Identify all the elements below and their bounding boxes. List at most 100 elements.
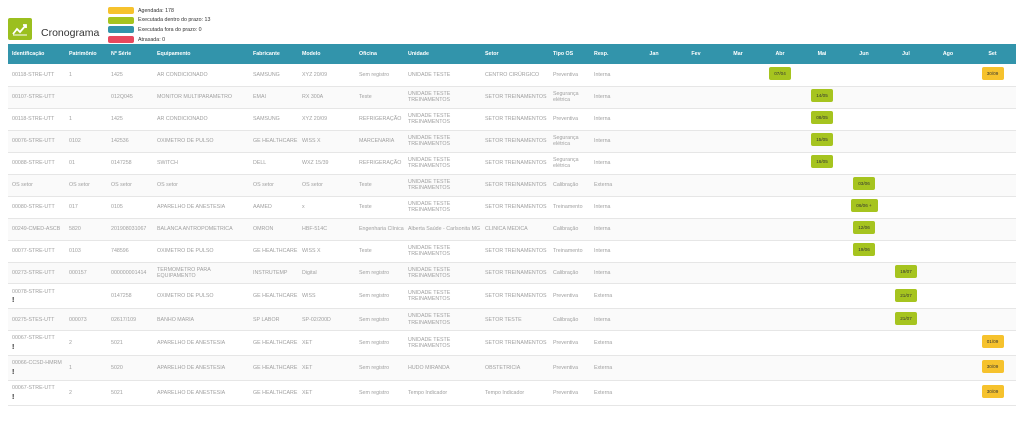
schedule-chip[interactable]: 16/05 bbox=[811, 155, 833, 169]
cell-tipo: Segurança elétrica bbox=[549, 152, 590, 175]
table-row[interactable]: 00067-STRE-UTT! 2 5021 APARELHO DE ANESTESI… bbox=[8, 380, 1016, 407]
column-header[interactable]: Unidade bbox=[404, 44, 481, 64]
equipment-id[interactable]: 00107-STRE-UTT bbox=[12, 94, 55, 100]
column-header[interactable]: Resp. bbox=[590, 44, 633, 64]
month-cell bbox=[717, 130, 759, 153]
schedule-chip[interactable]: 19/07 bbox=[895, 265, 917, 279]
month-cell bbox=[759, 262, 801, 285]
cell-serie: 0147258 bbox=[107, 152, 153, 175]
cell-patrimonio: 2 bbox=[65, 380, 107, 407]
cell-resp: Externa bbox=[590, 174, 633, 197]
schedule-chip[interactable]: 30/09 bbox=[981, 360, 1004, 374]
table-row[interactable]: 00107-STRE-UTT 012Q045 MONITOR MULTIPARAME… bbox=[8, 86, 1016, 109]
column-header[interactable]: Modelo bbox=[298, 44, 355, 64]
column-header[interactable]: Oficina bbox=[355, 44, 404, 64]
cell-identificacao: 00066-CCSD-HMRM! bbox=[8, 355, 65, 382]
cell-patrimonio: 0103 bbox=[65, 240, 107, 263]
cell-patrimonio: 5820 bbox=[65, 218, 107, 241]
month-cell: 30/09 bbox=[969, 380, 1016, 407]
column-header[interactable]: Patrimônio bbox=[65, 44, 107, 64]
table-row[interactable]: 00275-STES-UTT 000073 02617/109 BANHO MARIA… bbox=[8, 308, 1016, 332]
cell-serie: 0147258 bbox=[107, 283, 153, 310]
equipment-id[interactable]: 00067-STRE-UTT bbox=[12, 385, 55, 391]
schedule-chip[interactable]: 08/05 bbox=[811, 111, 833, 125]
cell-resp: Interna bbox=[590, 108, 633, 131]
cell-identificacao: 00080-STRE-UTT bbox=[8, 196, 65, 219]
table-row[interactable]: 00076-STRE-UTT 0102 142536 OXIMETRO DE PULS… bbox=[8, 130, 1016, 153]
column-header[interactable]: Nº Série bbox=[107, 44, 153, 64]
table-row[interactable]: 00077-STRE-UTT 0103 748596 OXIMETRO DE PULS… bbox=[8, 240, 1016, 263]
cell-patrimonio: 1 bbox=[65, 64, 107, 87]
equipment-id[interactable]: OS setor bbox=[12, 182, 33, 188]
equipment-id[interactable]: 00275-STES-UTT bbox=[12, 317, 54, 323]
cell-tipo: Calibração bbox=[549, 262, 590, 285]
cell-serie: 5021 bbox=[107, 380, 153, 407]
cell-tipo: Preventiva bbox=[549, 330, 590, 357]
alert-icon: ! bbox=[12, 343, 15, 351]
schedule-chip[interactable]: 30/09 bbox=[981, 67, 1004, 81]
schedule-chip[interactable]: 01/09 bbox=[981, 335, 1004, 349]
month-cell bbox=[675, 218, 717, 241]
table-row[interactable]: OS setor OS setor OS setor OS setor OS setor… bbox=[8, 174, 1016, 197]
equipment-id[interactable]: 00067-STRE-UTT bbox=[12, 335, 55, 341]
column-header[interactable]: Setor bbox=[481, 44, 549, 64]
schedule-chip[interactable]: 19/06 bbox=[853, 243, 875, 257]
month-cell bbox=[717, 262, 759, 285]
schedule-chip[interactable]: 15/05 bbox=[811, 133, 833, 147]
cell-identificacao: OS setor bbox=[8, 174, 65, 197]
cell-resp: Interna bbox=[590, 218, 633, 241]
table-row[interactable]: 00088-STRE-UTT 01 0147258 SWITCH DELL WXZ 15/… bbox=[8, 152, 1016, 175]
month-cell: 30/09 bbox=[969, 355, 1016, 382]
legend-label: Executada dentro do prazo: 13 bbox=[138, 17, 211, 24]
equipment-id[interactable]: 00077-STRE-UTT bbox=[12, 248, 55, 254]
equipment-id[interactable]: 00118-STRE-UTT bbox=[12, 116, 54, 122]
month-cell bbox=[633, 240, 675, 263]
equipment-id[interactable]: 00076-STRE-UTT bbox=[12, 138, 55, 144]
equipment-id[interactable]: 00273-STRE-UTT bbox=[12, 270, 55, 276]
cell-tipo: Treinamento bbox=[549, 196, 590, 219]
month-cell bbox=[843, 130, 885, 153]
cell-resp: Externa bbox=[590, 380, 633, 407]
table-row[interactable]: 00249-CMED-ASCB 5820 201908031067 BALANCA A… bbox=[8, 218, 1016, 241]
column-header[interactable]: Fabricante bbox=[249, 44, 298, 64]
table-row[interactable]: 00067-STRE-UTT! 2 5021 APARELHO DE ANESTESI… bbox=[8, 330, 1016, 357]
schedule-chip[interactable]: 06/06 + bbox=[850, 199, 878, 213]
equipment-id[interactable]: 00080-STRE-UTT bbox=[12, 204, 55, 210]
month-cell bbox=[759, 108, 801, 131]
table-row[interactable]: 00080-STRE-UTT 017 0105 APARELHO DE ANESTES… bbox=[8, 196, 1016, 219]
schedule-chip[interactable]: 21/07 bbox=[895, 312, 917, 326]
cell-patrimonio: 017 bbox=[65, 196, 107, 219]
table-row[interactable]: 00273-STRE-UTT 000157 000000001414 TERMOMET… bbox=[8, 262, 1016, 285]
table-row[interactable]: 00118-STRE-UTT 1 1425 AR CONDICIONADO SAMSUN… bbox=[8, 108, 1016, 131]
column-header[interactable]: Identificação bbox=[8, 44, 65, 64]
schedule-chip[interactable]: 07/04 bbox=[769, 67, 791, 81]
equipment-id[interactable]: 00078-STRE-UTT bbox=[12, 289, 55, 295]
table-row[interactable]: 00078-STRE-UTT! 0147258 OXIMETRO DE PULSO G… bbox=[8, 283, 1016, 310]
schedule-chip[interactable]: 30/09 bbox=[981, 385, 1004, 399]
month-cell: 01/09 bbox=[969, 330, 1016, 357]
equipment-id[interactable]: 00066-CCSD-HMRM bbox=[12, 360, 62, 366]
schedule-chip[interactable]: 21/07 bbox=[895, 288, 917, 302]
schedule-chip[interactable]: 03/06 bbox=[853, 177, 875, 191]
month-cell bbox=[843, 108, 885, 131]
cell-patrimonio: 000073 bbox=[65, 308, 107, 332]
schedule-chip[interactable]: 14/05 bbox=[811, 89, 833, 103]
cell-patrimonio: 1 bbox=[65, 108, 107, 131]
cell-unidade: UNIDADE TESTE TREINAMENTOS bbox=[404, 262, 481, 285]
cell-equipamento: OXIMETRO DE PULSO bbox=[153, 130, 249, 153]
month-header: Mar bbox=[717, 44, 759, 64]
month-cell bbox=[969, 130, 1016, 153]
month-cell bbox=[843, 152, 885, 175]
cell-fabricante: DELL bbox=[249, 152, 298, 175]
table-row[interactable]: 00118-STRE-UTT 1 1425 AR CONDICIONADO SAMSUN… bbox=[8, 64, 1016, 87]
schedule-chip[interactable]: 12/06 bbox=[853, 221, 875, 235]
cell-oficina: REFRIGERAÇÃO bbox=[355, 108, 404, 131]
cell-oficina: Sem registro bbox=[355, 355, 404, 382]
column-header[interactable]: Tipo OS bbox=[549, 44, 590, 64]
column-header[interactable]: Equipamento bbox=[153, 44, 249, 64]
table-row[interactable]: 00066-CCSD-HMRM! 1 5020 APARELHO DE ANESTES… bbox=[8, 355, 1016, 382]
month-cell bbox=[633, 380, 675, 407]
equipment-id[interactable]: 00249-CMED-ASCB bbox=[12, 226, 60, 232]
equipment-id[interactable]: 00088-STRE-UTT bbox=[12, 160, 55, 166]
equipment-id[interactable]: 00118-STRE-UTT bbox=[12, 72, 54, 78]
